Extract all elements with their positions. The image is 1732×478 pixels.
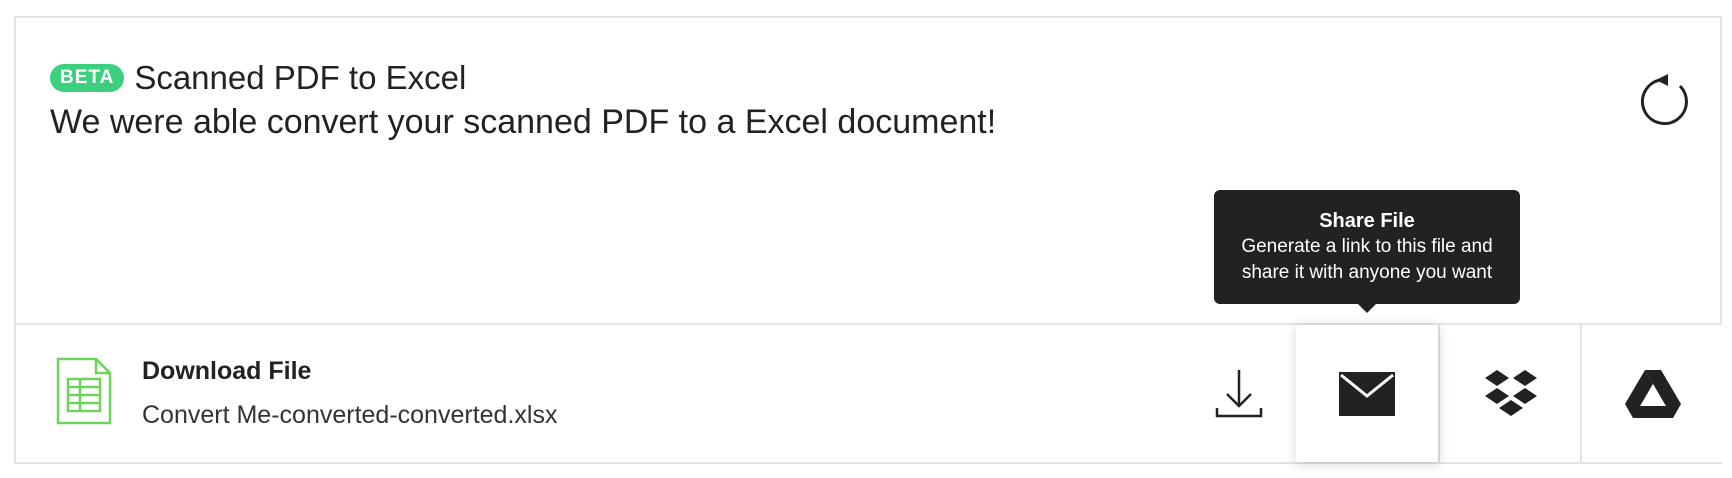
restart-icon [1640,74,1688,126]
share-email-button[interactable] [1296,325,1438,462]
file-row: Download File Convert Me-converted-conve… [16,325,1724,462]
restart-button[interactable] [1622,56,1710,144]
beta-badge: BETA [50,64,125,92]
google-drive-icon [1625,369,1681,418]
excel-file-icon [56,357,112,430]
google-drive-button[interactable] [1580,325,1724,462]
status-message: We were able convert your scanned PDF to… [50,103,997,141]
header: BETA Scanned PDF to Excel We were able c… [50,58,996,144]
file-name: Convert Me-converted-converted.xlsx [142,401,558,429]
tooltip-line-1: Generate a link to this file and [1241,236,1493,257]
dropbox-icon [1485,369,1537,416]
page-title: Scanned PDF to Excel [134,59,467,96]
share-file-tooltip: Share File Generate a link to this file … [1214,190,1520,313]
title-row: BETA Scanned PDF to Excel [50,58,996,98]
tooltip-title: Share File [1319,210,1415,232]
download-button[interactable] [1168,325,1310,462]
download-icon [1215,369,1263,417]
tooltip-line-2: share it with anyone you want [1241,262,1493,283]
envelope-icon [1339,371,1395,416]
dropbox-button[interactable] [1438,325,1582,462]
download-file-label: Download File [142,357,312,385]
